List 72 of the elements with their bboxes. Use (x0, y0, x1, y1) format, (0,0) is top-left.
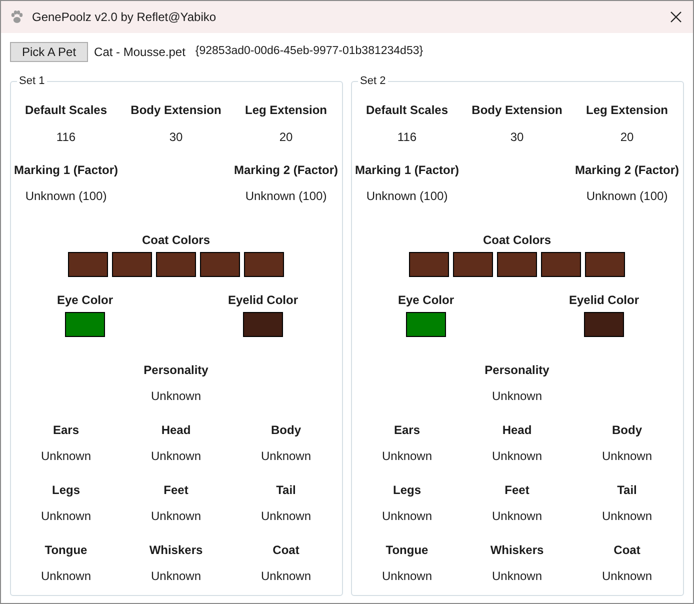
field-value: Unknown (100) (586, 188, 668, 205)
field-value: Unknown (150, 508, 202, 525)
field-label: Legs (52, 482, 80, 499)
field-label: Body (612, 422, 642, 439)
field-value: Unknown (602, 508, 652, 525)
field-label: Eyelid Color (568, 292, 639, 309)
field-value: Unknown (150, 568, 202, 585)
field-label: Tail (617, 482, 637, 499)
field-value: Unknown (492, 448, 542, 465)
field-label: Marking 2 (Factor) (574, 162, 679, 179)
paw-icon (10, 10, 24, 24)
field-value: 116 (56, 129, 76, 146)
field-label: Default Scales (366, 102, 448, 119)
field-label: Marking 1 (Factor) (354, 162, 459, 179)
field-label: Body (271, 422, 301, 439)
field-value: Unknown (492, 508, 542, 525)
field-label: Whiskers (490, 542, 544, 559)
field-value: 30 (169, 129, 183, 146)
field-label: Tail (276, 482, 296, 499)
field-value: Unknown (100) (366, 188, 448, 205)
field-value: 20 (620, 129, 634, 146)
window-title: GenePoolz v2.0 by Reflet@Yabiko (32, 9, 216, 26)
field-value: 30 (510, 129, 524, 146)
field-label: Legs (392, 482, 421, 499)
field-label: Feet (504, 482, 530, 499)
field-label: Leg Extension (586, 102, 668, 119)
field-value: Unknown (260, 568, 312, 585)
field-label: Whiskers (149, 542, 203, 559)
field-label: Body Extension (472, 102, 562, 119)
field-value: Unknown (150, 388, 202, 405)
field-value: Unknown (492, 568, 542, 585)
field-value: Unknown (40, 448, 92, 465)
field-value: 116 (397, 129, 417, 146)
field-label: Head (502, 422, 532, 439)
field-label: Marking 2 (Factor) (234, 162, 338, 179)
field-value: Unknown (602, 448, 652, 465)
field-label: Personality (484, 362, 550, 379)
field-label: Coat (272, 542, 300, 559)
field-value: Unknown (260, 448, 312, 465)
file-name: Cat - Mousse.pet (94, 44, 186, 61)
field-value: Unknown (382, 568, 432, 585)
field-label: Default Scales (24, 102, 108, 119)
field-value: Unknown (602, 568, 652, 585)
field-label: Eye Color (56, 292, 113, 309)
field-label: Feet (164, 482, 188, 499)
field-value: Unknown (40, 568, 92, 585)
field-label: Body Extension (130, 102, 222, 119)
field-label: Tongue (386, 542, 428, 559)
field-value: Unknown (382, 448, 432, 465)
field-value: Unknown (382, 508, 432, 525)
field-label: Eyelid Color (228, 292, 298, 309)
field-value: Unknown (100) (25, 188, 107, 205)
field-value: Unknown (100) (245, 188, 327, 205)
field-value: Unknown (492, 388, 542, 405)
field-label: Coat (614, 542, 640, 559)
field-value: 20 (279, 129, 293, 146)
pet-id: {92853ad0-00d6-45eb-9977-01b381234d53} (195, 44, 424, 60)
field-label: Personality (144, 362, 208, 379)
field-label: Head (161, 422, 191, 439)
close-icon (670, 11, 682, 23)
field-label: Marking 1 (Factor) (14, 162, 118, 179)
pick-a-pet-button[interactable]: Pick A Pet (10, 42, 88, 62)
field-label: Ears (394, 422, 420, 439)
field-value: Unknown (150, 448, 202, 465)
field-label: Coat Colors (482, 232, 551, 249)
field-label: Eye Color (398, 292, 454, 309)
field-label: Leg Extension (244, 102, 327, 119)
field-label: Coat Colors (142, 232, 210, 249)
field-label: Ears (52, 422, 80, 439)
field-value: Unknown (260, 508, 312, 525)
field-value: Unknown (40, 508, 92, 525)
field-label: Tongue (44, 542, 88, 559)
